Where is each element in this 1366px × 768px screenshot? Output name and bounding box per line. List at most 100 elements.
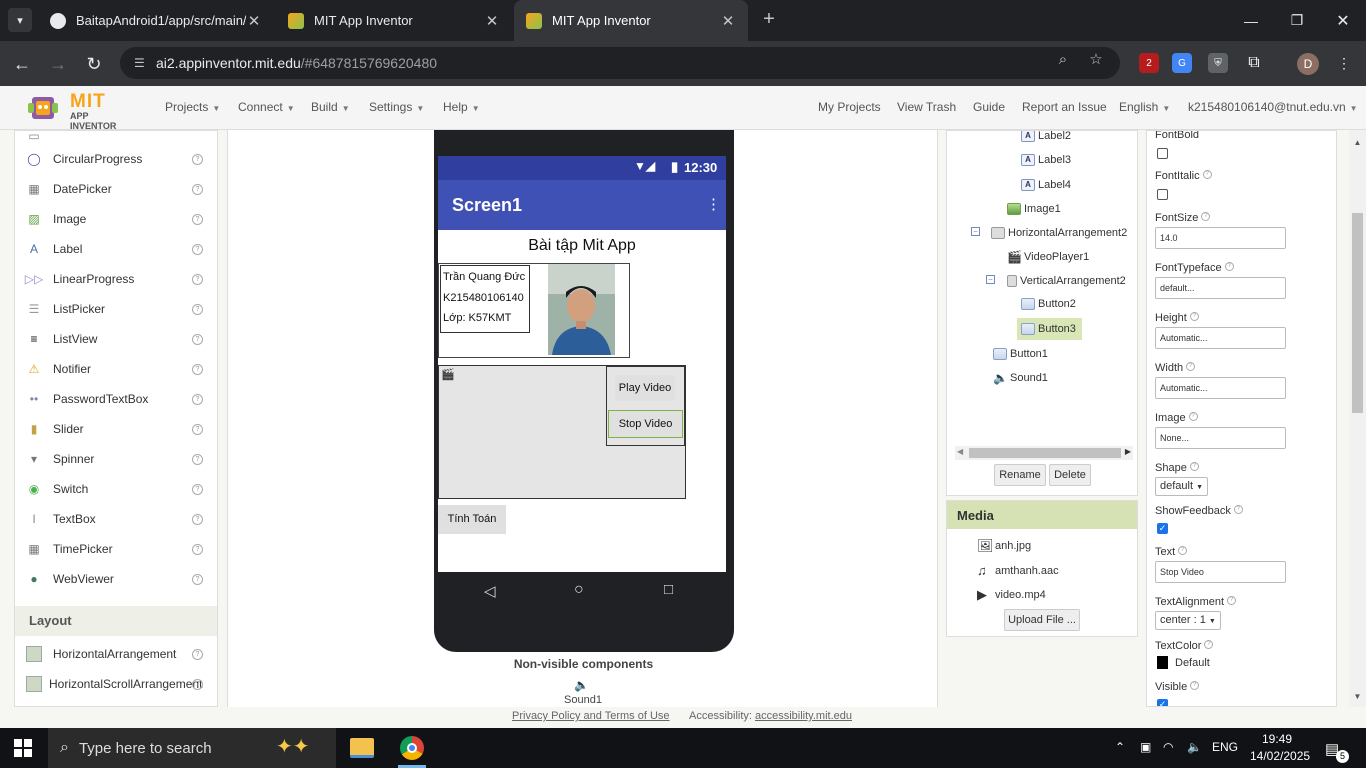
tree-node-verticalarrangement2[interactable]: VerticalArrangement2	[1007, 270, 1126, 292]
palette-item-circularprogress[interactable]: ◯ CircularProgress?	[15, 144, 217, 174]
bookmark-star-icon[interactable]: ☆	[1086, 49, 1106, 69]
tab-github[interactable]: BaitapAndroid1/app/src/main/a ✕	[38, 0, 274, 41]
help-icon[interactable]: ?	[192, 273, 203, 285]
help-icon[interactable]: ?	[1186, 362, 1196, 371]
palette-item-timepicker[interactable]: ▦ TimePicker?	[15, 534, 217, 564]
new-tab-button[interactable]: +	[758, 8, 780, 32]
calculate-button[interactable]: Tính Toán	[438, 505, 506, 534]
label-class[interactable]: Lớp: K57KMT	[443, 312, 511, 324]
menu-projects[interactable]: Projects ▼	[165, 100, 220, 114]
tree-node-label2[interactable]: A Label2	[1021, 131, 1071, 147]
palette-item-horizontalarrangement[interactable]: HorizontalArrangement ?	[15, 639, 217, 669]
scroll-left-arrow-icon[interactable]: ◀	[957, 447, 963, 456]
link-my-projects[interactable]: My Projects	[818, 100, 881, 114]
help-icon[interactable]: ?	[192, 513, 203, 525]
site-info-icon[interactable]: ☰	[134, 56, 150, 70]
help-icon[interactable]: ?	[192, 573, 203, 585]
horizontal-arrangement-1[interactable]: Trần Quang Đức K215480106140 Lớp: K57KMT	[438, 263, 630, 358]
tree-node-videoplayer1[interactable]: 🎬 VideoPlayer1	[1007, 246, 1089, 268]
tree-node-button3-selected[interactable]: Button3	[1017, 318, 1082, 340]
collapse-toggle-icon[interactable]: −	[986, 275, 995, 284]
help-icon[interactable]: ?	[1189, 312, 1199, 321]
forward-arrow-icon[interactable]: →	[45, 51, 71, 77]
extensions-puzzle-icon[interactable]: ⧉	[1244, 53, 1264, 73]
link-guide[interactable]: Guide	[973, 100, 1005, 114]
width-picker[interactable]: Automatic...	[1155, 377, 1286, 399]
label-student-id[interactable]: K215480106140	[443, 292, 524, 304]
tray-chevron-icon[interactable]: ⌃	[1115, 740, 1125, 754]
help-icon[interactable]: ?	[1227, 596, 1237, 605]
help-icon[interactable]: ?	[192, 183, 203, 195]
video-player-icon[interactable]: 🎬	[441, 368, 455, 381]
scroll-right-arrow-icon[interactable]: ▶	[1125, 447, 1131, 456]
palette-item-slider[interactable]: ▮ Slider?	[15, 414, 217, 444]
stop-video-button[interactable]: Stop Video	[608, 410, 683, 438]
label-name[interactable]: Trần Quang Đức	[443, 271, 525, 283]
help-icon[interactable]: ?	[192, 678, 203, 690]
close-tab-icon[interactable]: ✕	[246, 12, 262, 30]
collapse-toggle-icon[interactable]: −	[971, 227, 980, 236]
tree-node-image1[interactable]: Image1	[1007, 198, 1061, 220]
tree-horizontal-scrollbar[interactable]: ◀ ▶	[955, 446, 1133, 460]
menu-connect[interactable]: Connect ▼	[238, 100, 295, 114]
link-view-trash[interactable]: View Trash	[897, 100, 956, 114]
delete-button[interactable]: Delete	[1049, 464, 1091, 486]
tab-appinventor-1[interactable]: MIT App Inventor ✕	[276, 0, 512, 41]
close-tab-icon[interactable]: ✕	[720, 12, 736, 30]
chrome-taskbar-icon[interactable]	[400, 736, 424, 760]
palette-item-horizontalscrollarrangement[interactable]: HorizontalScrollArrangement ?	[15, 669, 217, 699]
palette-item-switch[interactable]: ◉ Switch?	[15, 474, 217, 504]
fontbold-checkbox[interactable]	[1157, 148, 1168, 159]
help-icon[interactable]: ?	[1201, 212, 1211, 221]
tray-clock-date[interactable]: 14/02/2025	[1250, 749, 1310, 763]
file-explorer-icon[interactable]	[350, 738, 374, 758]
fontsize-input[interactable]: 14.0	[1155, 227, 1286, 249]
tree-node-button2[interactable]: Button2	[1021, 293, 1076, 315]
profile-avatar[interactable]: D	[1297, 53, 1319, 75]
help-icon[interactable]: ?	[1188, 412, 1198, 421]
tree-node-button1[interactable]: Button1	[993, 343, 1048, 365]
palette-item-textbox[interactable]: I TextBox?	[15, 504, 217, 534]
palette-item-spinner[interactable]: ▾ Spinner?	[15, 444, 217, 474]
phone-screen[interactable]: Bài tập Mit App Trần Quang Đức K21548010…	[438, 230, 726, 572]
textalignment-select[interactable]: center : 1 ▼	[1155, 611, 1221, 630]
palette-item-webviewer[interactable]: ● WebViewer?	[15, 564, 217, 594]
help-icon[interactable]: ?	[1190, 681, 1200, 690]
help-icon[interactable]: ?	[1204, 640, 1214, 649]
scrollbar-thumb[interactable]	[1352, 213, 1363, 413]
vertical-arrangement-2[interactable]: Play Video Stop Video	[606, 366, 685, 446]
upload-file-button[interactable]: Upload File ...	[1004, 609, 1080, 631]
tray-network-icon[interactable]: ▣	[1140, 740, 1151, 754]
help-icon[interactable]: ?	[192, 153, 203, 165]
close-window-icon[interactable]: ✕	[1320, 0, 1366, 41]
help-icon[interactable]: ?	[192, 483, 203, 495]
palette-item-listpicker[interactable]: ☰ ListPicker?	[15, 294, 217, 324]
help-icon[interactable]: ?	[192, 333, 203, 345]
shape-select[interactable]: default ▼	[1155, 477, 1209, 496]
menu-help[interactable]: Help ▼	[443, 100, 480, 114]
help-icon[interactable]: ?	[192, 423, 203, 435]
play-video-button[interactable]: Play Video	[615, 375, 675, 401]
help-icon[interactable]: ?	[192, 543, 203, 555]
tab-appinventor-active[interactable]: MIT App Inventor ✕	[514, 0, 748, 41]
page-vertical-scrollbar[interactable]: ▲ ▼	[1349, 130, 1366, 707]
reload-icon[interactable]: ↻	[81, 51, 107, 77]
media-file-amthanh[interactable]: ♫ amthanh.aac	[977, 563, 1059, 578]
privacy-link[interactable]: Privacy Policy and Terms of Use	[512, 710, 670, 722]
tree-node-sound1[interactable]: 🔈 Sound1	[993, 367, 1048, 389]
help-icon[interactable]: ?	[1178, 546, 1188, 555]
palette-item-listview[interactable]: ≡ ListView?	[15, 324, 217, 354]
tree-node-label3[interactable]: A Label3	[1021, 149, 1071, 171]
tray-language[interactable]: ENG	[1212, 740, 1238, 754]
menu-build[interactable]: Build ▼	[311, 100, 350, 114]
horizontal-arrangement-2[interactable]: 🎬 Play Video Stop Video	[438, 365, 686, 499]
help-icon[interactable]: ?	[192, 648, 203, 660]
restore-icon[interactable]: ❐	[1274, 0, 1320, 41]
speaker-icon[interactable]: 🔈	[574, 678, 589, 692]
extension-shield-icon[interactable]: ⛨	[1208, 53, 1228, 73]
help-icon[interactable]: ?	[1189, 462, 1199, 471]
palette-item-label[interactable]: A Label?	[15, 234, 217, 264]
scroll-down-arrow-icon[interactable]: ▼	[1352, 692, 1363, 701]
overflow-menu-icon[interactable]: ⋮	[706, 195, 721, 213]
textcolor-swatch[interactable]	[1157, 656, 1168, 669]
